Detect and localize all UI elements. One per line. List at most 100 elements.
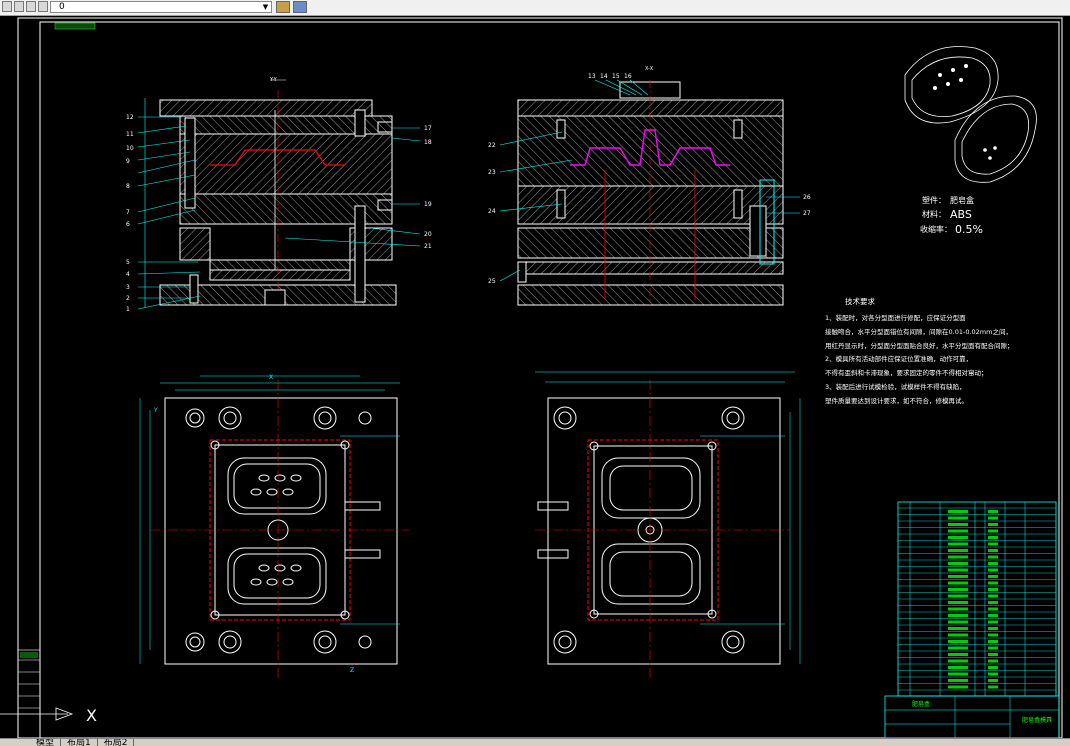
ucs-icon: X <box>0 706 97 725</box>
callout-7: 7 <box>126 209 130 216</box>
bom-cell-text <box>948 510 968 513</box>
open-icon[interactable] <box>14 1 24 12</box>
layer-dropdown[interactable]: 0 ▼ <box>50 1 272 13</box>
bom-cell-text <box>988 529 998 533</box>
callout-3: 3 <box>126 284 130 291</box>
bom-cell-text <box>988 659 998 663</box>
tech-requirements: 技术要求 1、装配时，对各分型面进行修配，应保证分型面 接触吻合，水平分型面错位… <box>825 296 1014 405</box>
corner-stamp <box>54 22 96 30</box>
bom-cell-text <box>948 568 968 572</box>
bom-cell-text <box>988 672 998 676</box>
callout-20: 20 <box>424 231 432 238</box>
callout-16: 16 <box>624 73 632 80</box>
bom-cell-text <box>948 679 968 682</box>
layer-value: 0 <box>59 2 65 12</box>
tech-line-5: 不得有歪斜和卡滞现象，要求固定的零件不得相对窜动； <box>825 368 988 377</box>
callout-27: 27 <box>803 210 811 217</box>
callout-1: 1 <box>126 306 130 313</box>
part-name-value: 肥皂盒 <box>950 195 974 205</box>
right-section-view: X-X <box>517 66 784 306</box>
right-plan-view <box>535 371 801 680</box>
new-icon[interactable] <box>2 1 12 12</box>
bom-cell-text <box>988 666 998 669</box>
bom-cell-text <box>988 516 998 520</box>
callout-19: 19 <box>424 201 432 208</box>
tech-line-6: 3、装配后进行试模检验，试模样件不得有缺陷， <box>825 382 966 391</box>
bom-cell-text <box>988 607 998 611</box>
callout-23: 23 <box>488 169 496 176</box>
bom-cell-text <box>948 640 968 643</box>
bom-cell-text <box>988 653 998 656</box>
callout-11: 11 <box>126 131 134 138</box>
bom-cell-text <box>988 542 998 546</box>
bom-cell-text <box>988 581 998 585</box>
bom-cell-text <box>948 666 968 669</box>
bom-cell-text <box>948 529 968 533</box>
bom-cell-text <box>988 614 998 617</box>
bom-cell-text <box>948 588 968 591</box>
callout-5: 5 <box>126 259 130 266</box>
part-info: 塑件： 肥皂盒 材料： ABS 收缩率： 0.5% <box>920 195 983 236</box>
chevron-down-icon[interactable]: ▼ <box>261 2 270 12</box>
callout-17: 17 <box>424 125 432 132</box>
callout-21: 21 <box>424 243 432 250</box>
bom-cell-text <box>988 568 998 572</box>
callout-22: 22 <box>488 142 496 149</box>
bom-cell-text <box>948 516 968 520</box>
callout-25: 25 <box>488 278 496 285</box>
callout-13: 13 <box>588 73 596 80</box>
bom-cell-text <box>988 594 998 598</box>
bom-cell-text <box>988 575 998 578</box>
bom-cell-text <box>988 633 998 637</box>
bom-cell-text <box>948 627 968 630</box>
layer-states-icon[interactable] <box>293 1 307 13</box>
part-name-label: 塑件： <box>922 195 946 205</box>
drawing-svg: Y-Y 12 11 10 9 8 7 6 5 4 3 2 1 17 18 19 … <box>0 17 1063 738</box>
callout-6: 6 <box>126 221 130 228</box>
bom-cell-text <box>948 620 968 624</box>
callout-2: 2 <box>126 295 130 302</box>
bom-cell-text <box>988 627 998 630</box>
bom-cell-text <box>988 679 998 682</box>
tech-line-3: 用红丹显示时，分型面分型面贴合良好，水平分型面有配合间隙； <box>825 341 1014 350</box>
left-section-view: Y-Y <box>144 77 397 308</box>
callout-9: 9 <box>126 158 130 165</box>
bom-cell-text <box>988 620 998 624</box>
bom-cell-text <box>948 659 968 663</box>
bom-cell-text <box>988 555 998 559</box>
bom-cell-text <box>948 536 968 539</box>
bom-cell-text <box>988 601 998 604</box>
callout-24: 24 <box>488 208 496 215</box>
toolbar-icons <box>2 1 48 13</box>
print-icon[interactable] <box>38 1 48 12</box>
bom-cell-text <box>948 562 968 565</box>
section-right-title: X-X <box>645 66 654 72</box>
bom-cell-text <box>948 672 968 676</box>
save-icon[interactable] <box>26 1 36 12</box>
callout-10: 10 <box>126 145 134 152</box>
bom-cell-text <box>988 536 998 539</box>
left-view-y-label: Y <box>153 407 158 414</box>
bom-cell-text <box>948 653 968 656</box>
side-stamp-column <box>17 649 41 738</box>
bom-cell-text <box>948 594 968 598</box>
bom-cell-text <box>948 555 968 559</box>
layer-tools <box>276 1 307 13</box>
left-view-z-label: Z <box>350 667 354 674</box>
material-label: 材料： <box>922 209 946 219</box>
bom-cell-text <box>988 646 998 650</box>
bom-cell-text <box>948 607 968 611</box>
callout-26: 26 <box>803 194 811 201</box>
bom-cell-text <box>988 523 998 526</box>
bom-cell-text <box>948 601 968 604</box>
bom-cell-text <box>988 510 998 513</box>
drawing-canvas[interactable]: Y-Y 12 11 10 9 8 7 6 5 4 3 2 1 17 18 19 … <box>0 16 1070 738</box>
bom-cell-text <box>948 685 968 689</box>
shrink-label: 收缩率： <box>920 224 952 234</box>
bom-cell-text <box>948 633 968 637</box>
bom-cell-text <box>988 549 998 552</box>
layer-previous-icon[interactable] <box>276 1 290 13</box>
tech-line-4: 2、模具所有活动部件应保证位置准确，动作可靠， <box>825 354 972 363</box>
bom-cell-text <box>988 640 998 643</box>
callout-18: 18 <box>424 139 432 146</box>
